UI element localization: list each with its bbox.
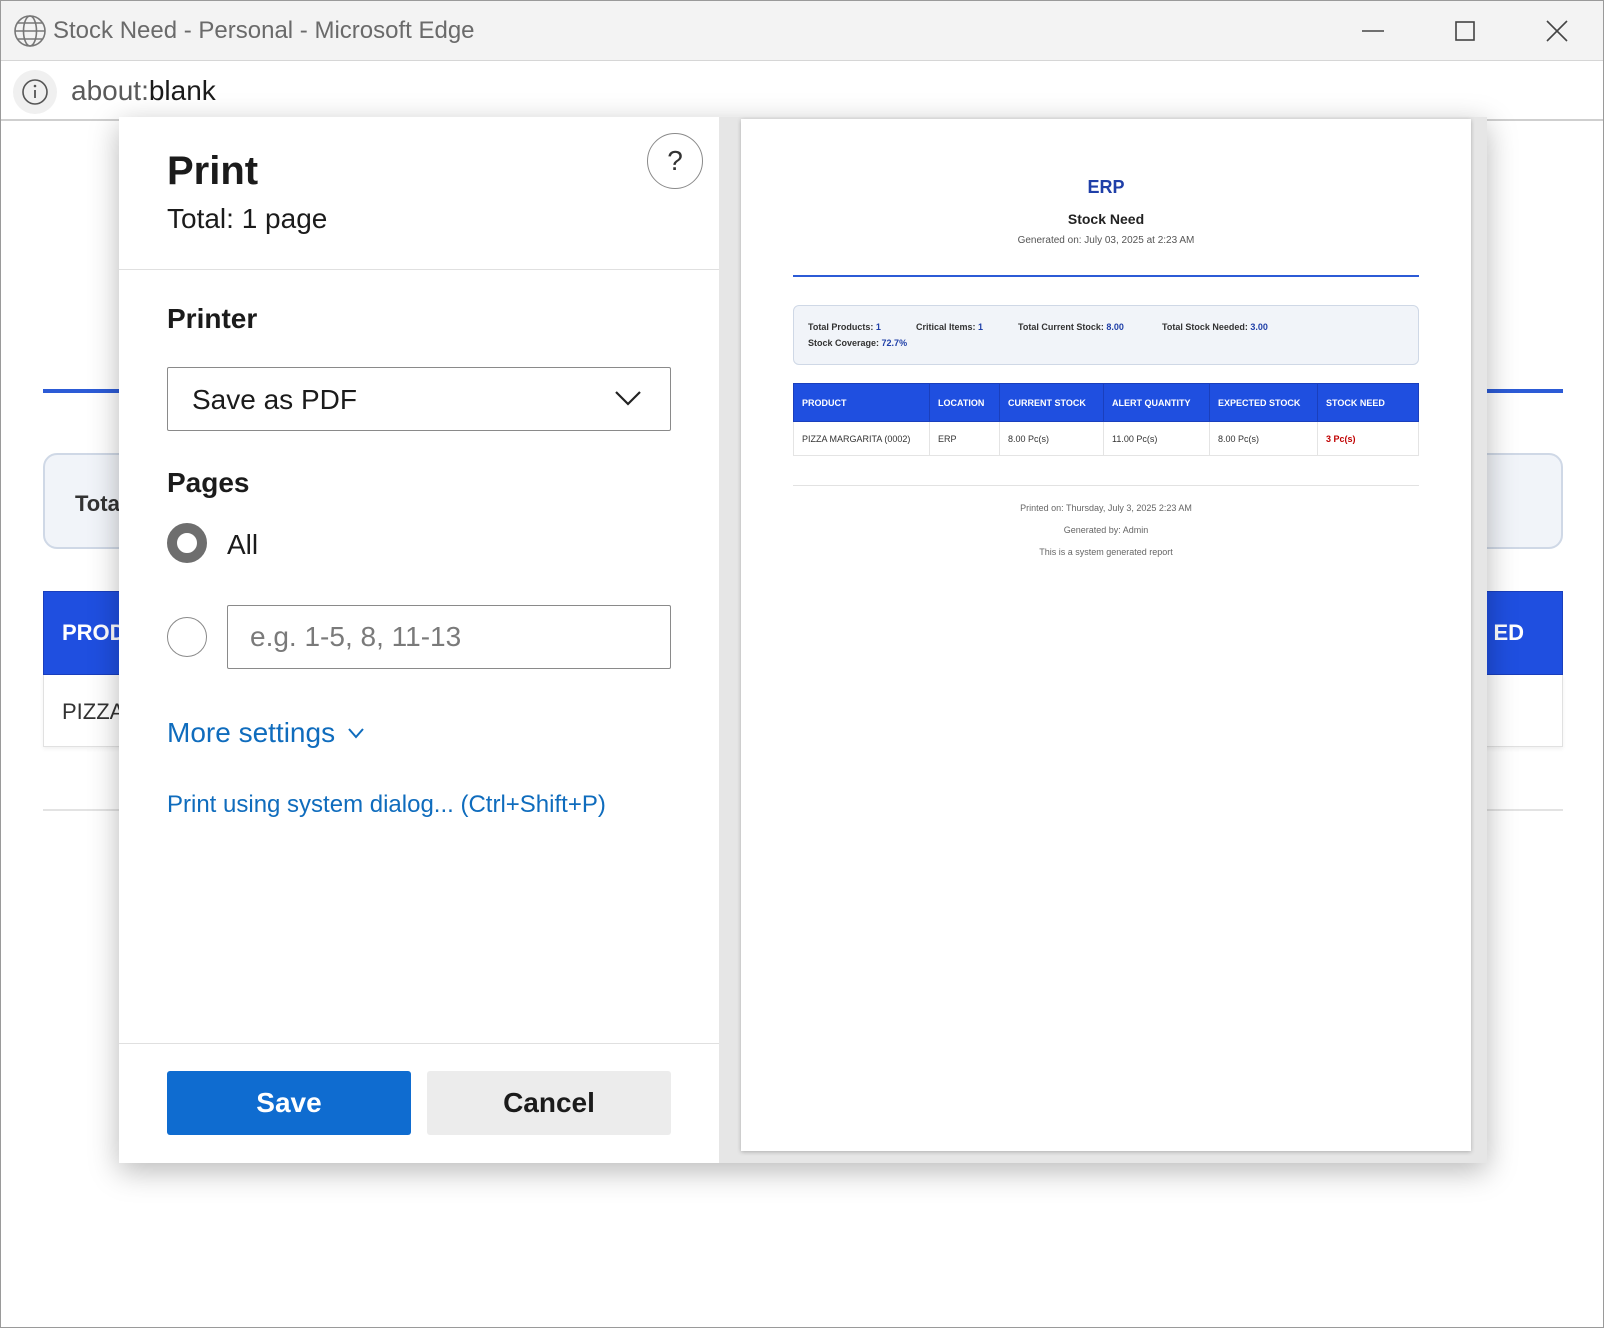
preview-printed-on: Printed on: Thursday, July 3, 2025 2:23 … [1020,503,1192,513]
table-header-cell: EXPECTED STOCK [1209,383,1318,422]
table-header-cell: LOCATION [929,383,1000,422]
pages-range-radio[interactable] [167,617,207,657]
table-row: PIZZA MARGARITA (0002) ERP 8.00 Pc(s) 11… [793,421,1419,456]
close-button[interactable] [1527,11,1587,51]
print-settings-panel: Print Total: 1 page ? Printer Save as PD… [119,117,719,1163]
summary-critical-items: Critical Items: 1 [916,322,983,332]
chevron-down-icon [615,391,641,406]
background-summary-text: Tota [75,491,120,516]
summary-value: 3.00 [1250,322,1268,332]
title-bar: Stock Need - Personal - Microsoft Edge [1,1,1603,61]
summary-total-products: Total Products: 1 [808,322,881,332]
summary-label: Total Stock Needed: [1162,322,1248,332]
table-header-cell: PRODUCT [793,383,930,422]
pages-label: Pages [167,467,250,498]
header-divider [119,269,719,270]
url-scheme: about: [71,75,149,106]
summary-label: Total Products: [808,322,874,332]
url-field[interactable]: about:blank [71,75,216,107]
cancel-button[interactable]: Cancel [427,1071,671,1135]
page-total: Total: 1 page [167,203,328,234]
table-cell: 11.00 Pc(s) [1103,421,1210,456]
browser-window: Stock Need - Personal - Microsoft Edge a… [0,0,1604,1328]
address-bar: about:blank [1,61,1603,121]
footer-divider [119,1043,719,1044]
more-settings-link[interactable]: More settings [167,717,365,749]
table-cell-stock-need: 3 Pc(s) [1317,421,1419,456]
preview-generated-by: Generated by: Admin [1063,525,1149,535]
print-dialog: Print Total: 1 page ? Printer Save as PD… [119,117,1487,1163]
summary-value: 72.7% [881,338,908,348]
help-icon: ? [667,145,683,176]
summary-total-stock-needed: Total Stock Needed: 3.00 [1162,322,1268,332]
window-title: Stock Need - Personal - Microsoft Edge [53,17,475,44]
chevron-down-icon [348,728,364,739]
background-header-right: ED [1493,620,1524,645]
pages-all-radio[interactable] [167,523,207,563]
table-header-row: PRODUCT LOCATION CURRENT STOCK ALERT QUA… [793,383,1419,422]
preview-system-note: This is a system generated report [1039,547,1173,557]
summary-label: Stock Coverage: [808,338,880,348]
table-cell: 8.00 Pc(s) [999,421,1104,456]
preview-stock-table: PRODUCT LOCATION CURRENT STOCK ALERT QUA… [793,383,1419,456]
table-header-cell: STOCK NEED [1317,383,1419,422]
close-icon [1546,20,1568,42]
help-button[interactable]: ? [647,133,703,189]
summary-stock-coverage: Stock Coverage: 72.7% [808,338,907,348]
system-dialog-link[interactable]: Print using system dialog... (Ctrl+Shift… [167,791,606,819]
globe-icon [14,15,46,47]
print-preview-page: ERP Stock Need Generated on: July 03, 20… [741,119,1471,1151]
summary-value: 1 [978,322,984,332]
preview-generated-on: Generated on: July 03, 2025 at 2:23 AM [1017,235,1195,246]
print-title: Print [167,149,259,193]
printer-select[interactable]: Save as PDF [167,367,671,431]
printer-label: Printer [167,303,258,334]
background-row-text: PIZZA [62,699,125,724]
info-icon [22,79,48,105]
maximize-button[interactable] [1435,11,1495,51]
preview-footer-divider [793,485,1419,486]
summary-label: Total Current Stock: [1018,322,1104,332]
save-button[interactable]: Save [167,1071,411,1135]
summary-value: 8.00 [1106,322,1124,332]
url-path: blank [148,75,216,106]
preview-report-title: Stock Need [1067,211,1145,227]
table-header-cell: CURRENT STOCK [999,383,1104,422]
summary-label: Critical Items: [916,322,976,332]
table-cell: ERP [929,421,1000,456]
pages-all-label: All [227,529,259,560]
maximize-icon [1455,21,1475,41]
minimize-button[interactable] [1343,11,1403,51]
preview-divider [793,275,1419,277]
table-cell: 8.00 Pc(s) [1209,421,1318,456]
summary-value: 1 [875,322,881,332]
more-settings-label: More settings [167,717,336,748]
preview-summary-box: Total Products: 1 Critical Items: 1 Tota… [793,305,1419,365]
pages-range-input[interactable] [227,605,671,669]
preview-company: ERP [1087,177,1125,197]
background-header-left: PROD [62,620,126,645]
site-info-button[interactable] [13,70,57,114]
table-header-cell: ALERT QUANTITY [1103,383,1210,422]
printer-select-value: Save as PDF [192,384,357,415]
table-cell: PIZZA MARGARITA (0002) [793,421,930,456]
summary-total-current-stock: Total Current Stock: 8.00 [1018,322,1124,332]
minimize-icon [1362,30,1384,32]
